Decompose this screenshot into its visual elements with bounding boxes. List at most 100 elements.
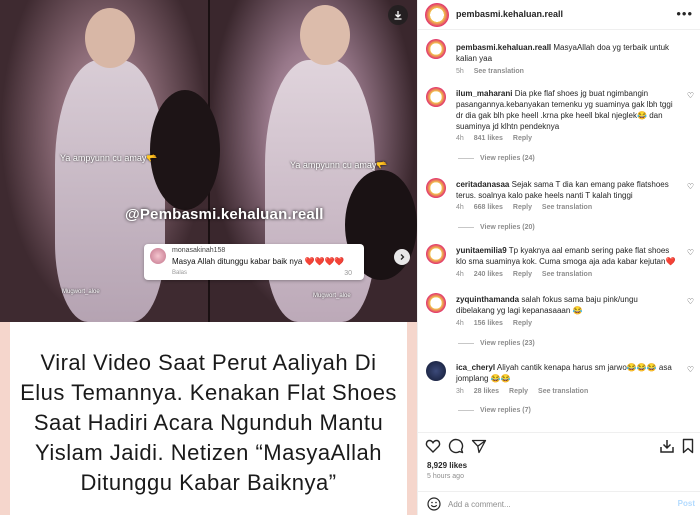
view-replies-line <box>458 409 474 411</box>
post-time: 5 hours ago <box>427 473 464 480</box>
post-button[interactable]: Post <box>678 499 695 508</box>
comment-meta: 4h 156 likes Reply <box>456 320 540 327</box>
person-dark-left <box>150 90 220 210</box>
send-icon <box>471 439 487 454</box>
comment-avatar[interactable] <box>426 361 446 381</box>
download-button[interactable] <box>388 5 408 25</box>
more-options-icon[interactable]: ••• <box>676 6 693 21</box>
embedded-comment-reply: Balas <box>172 270 188 276</box>
comment-time: 4h <box>456 135 464 142</box>
woman-head-right <box>300 5 350 65</box>
comment-username[interactable]: yunitaemilia9 <box>456 246 507 255</box>
share-button[interactable] <box>470 437 488 455</box>
likes-count[interactable]: 8,929 likes <box>427 461 467 470</box>
smile-icon <box>427 497 441 511</box>
comment-body: ceritadanasaa Sejak sama T dia kan emang… <box>456 179 678 201</box>
author-avatar[interactable] <box>425 3 449 27</box>
comment-username[interactable]: pembasmi.kehaluan.reall <box>456 43 551 52</box>
overlay-caption-right: Ya ampyunn cu amay🫳 <box>290 160 388 170</box>
save-button[interactable] <box>679 437 697 455</box>
comment-meta: 4h 240 likes Reply See translation <box>456 271 600 278</box>
heart-icon[interactable]: ♡ <box>687 365 694 374</box>
heart-icon <box>425 439 441 453</box>
comment-body: ilum_maharani Dia pke flaf shoes jg buat… <box>456 88 678 132</box>
download-share-icon <box>660 440 674 453</box>
emoji-button[interactable] <box>427 497 441 515</box>
woman-figure-left <box>55 60 165 322</box>
view-replies-text: View replies (20) <box>480 224 535 231</box>
download-icon <box>394 11 402 20</box>
view-replies-link[interactable]: View replies (20) <box>458 224 535 231</box>
comments-list[interactable]: pembasmi.kehaluan.reall MasyaAllah doa y… <box>418 31 700 427</box>
comment-time: 4h <box>456 271 464 278</box>
view-replies-text: View replies (23) <box>480 340 535 347</box>
embedded-comment-username: monasakinah158 <box>172 247 226 254</box>
comment-username[interactable]: ica_cheryl <box>456 363 495 372</box>
next-media-button[interactable] <box>394 249 410 265</box>
see-translation-link[interactable]: See translation <box>474 68 524 75</box>
comment-button[interactable] <box>447 437 465 455</box>
reply-link[interactable]: Reply <box>513 204 532 211</box>
comment-avatar[interactable] <box>426 244 446 264</box>
comment-body: zyquinthamanda salah fokus sama baju pin… <box>456 294 678 316</box>
view-replies-link[interactable]: View replies (24) <box>458 155 535 162</box>
heart-icon[interactable]: ♡ <box>687 182 694 191</box>
view-replies-link[interactable]: View replies (7) <box>458 407 531 414</box>
see-translation-link[interactable]: See translation <box>538 388 588 395</box>
comment-username[interactable]: ilum_maharani <box>456 89 512 98</box>
embedded-comment-card: monasakinah158 Masya Allah ditunggu kaba… <box>144 244 364 280</box>
post-media: Ya ampyunn cu amay🫳 Ya ampyunn cu amay🫳 … <box>0 0 417 515</box>
view-replies-link[interactable]: View replies (23) <box>458 340 535 347</box>
small-watermark-right: Mugwort_aloe <box>313 293 351 299</box>
reply-link[interactable]: Reply <box>513 320 532 327</box>
view-replies-line <box>458 226 474 228</box>
media-caption-box: Viral Video Saat Perut Aaliyah Di Elus T… <box>10 322 407 515</box>
video-frame[interactable]: Ya ampyunn cu amay🫳 Ya ampyunn cu amay🫳 … <box>0 0 417 322</box>
see-translation-link[interactable]: See translation <box>542 271 592 278</box>
like-button[interactable] <box>424 437 442 455</box>
comment-avatar[interactable] <box>426 293 446 313</box>
view-replies-line <box>458 157 474 159</box>
view-replies-line <box>458 342 474 344</box>
comment-username[interactable]: zyquinthamanda <box>456 295 519 304</box>
chevron-right-icon <box>400 254 405 260</box>
comment-avatar[interactable] <box>426 87 446 107</box>
woman-head-left <box>85 8 135 68</box>
comment-input[interactable] <box>448 496 648 512</box>
comment-meta: 4h 668 likes Reply See translation <box>456 204 600 211</box>
comment-icon <box>448 438 464 454</box>
small-watermark-left: Mugwort_aloe <box>62 289 100 295</box>
comment-body: ica_cheryl Aliyah cantik kenapa harus sm… <box>456 362 678 384</box>
comment-time: 5h <box>456 68 464 75</box>
reply-link[interactable]: Reply <box>509 388 528 395</box>
media-caption-text: Viral Video Saat Perut Aaliyah Di Elus T… <box>20 349 397 495</box>
reply-link[interactable]: Reply <box>513 271 532 278</box>
comment-likes[interactable]: 28 likes <box>474 388 499 395</box>
heart-icon[interactable]: ♡ <box>687 91 694 100</box>
repost-button[interactable] <box>658 437 676 455</box>
comment-username[interactable]: ceritadanasaa <box>456 180 509 189</box>
comment-body: yunitaemilia9 Tp kyaknya aal emanb serin… <box>456 245 678 267</box>
comment-meta: 3h 28 likes Reply See translation <box>456 388 596 395</box>
embedded-comment-likes: 30 <box>344 270 352 277</box>
author-username[interactable]: pembasmi.kehaluan.reall <box>456 9 563 19</box>
reply-link[interactable]: Reply <box>513 135 532 142</box>
overlay-caption-left: Ya ampyunn cu amay🫳 <box>60 153 158 163</box>
comment-likes[interactable]: 668 likes <box>474 204 503 211</box>
comment-likes[interactable]: 841 likes <box>474 135 503 142</box>
comment-likes[interactable]: 240 likes <box>474 271 503 278</box>
comment-meta: 5h See translation <box>456 68 532 75</box>
comment-avatar[interactable] <box>426 178 446 198</box>
embedded-comment-avatar <box>150 248 166 264</box>
action-bar <box>418 432 700 458</box>
comment-likes[interactable]: 156 likes <box>474 320 503 327</box>
heart-icon[interactable]: ♡ <box>687 297 694 306</box>
post-side-panel: pembasmi.kehaluan.reall ••• pembasmi.keh… <box>417 0 700 515</box>
post-header: pembasmi.kehaluan.reall ••• <box>418 0 700 30</box>
comment-avatar[interactable] <box>426 39 446 59</box>
add-comment-bar: Post <box>418 491 700 515</box>
see-translation-link[interactable]: See translation <box>542 204 592 211</box>
comment-time: 4h <box>456 320 464 327</box>
heart-icon[interactable]: ♡ <box>687 248 694 257</box>
comment-time: 4h <box>456 204 464 211</box>
